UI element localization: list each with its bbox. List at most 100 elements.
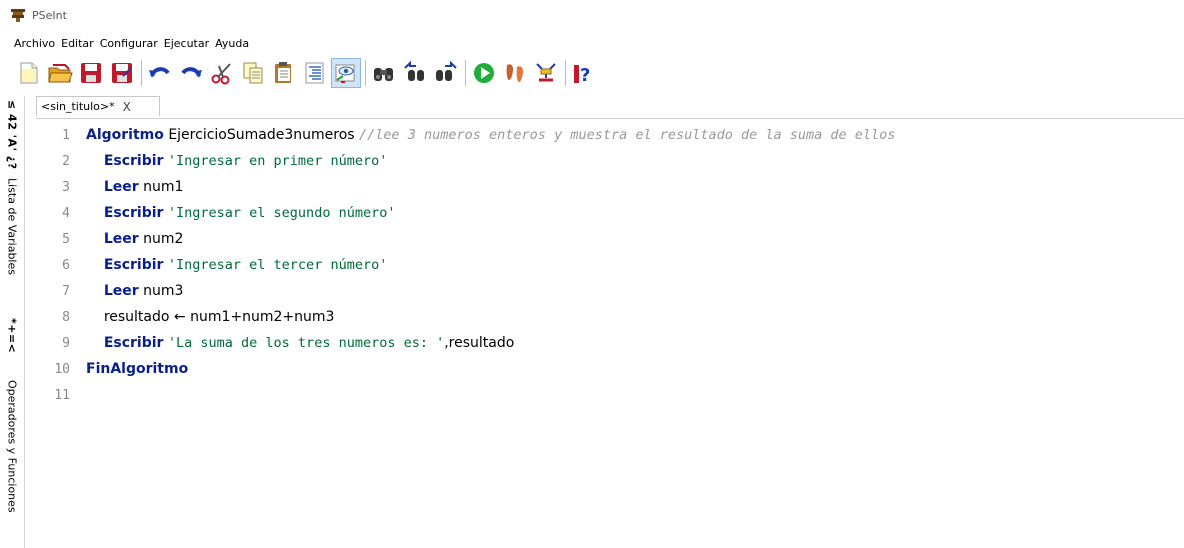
paste-button[interactable]: [269, 58, 299, 88]
line-number: 5: [62, 231, 70, 247]
string-literal: 'Ingresar el tercer número': [167, 257, 388, 273]
copy-icon: [243, 62, 263, 84]
open-button[interactable]: [45, 58, 75, 88]
pseint-window: PSeInt Archivo Editar Configurar Ejecuta…: [0, 0, 1184, 548]
menu-archivo[interactable]: Archivo: [14, 37, 55, 50]
keyword: Leer: [103, 231, 139, 247]
keyword: Algoritmo: [86, 127, 164, 143]
keyword: FinAlgoritmo: [86, 361, 189, 377]
close-icon[interactable]: X: [123, 100, 131, 114]
string-literal: 'La suma de los tres numeros es: ': [167, 335, 445, 351]
help-button[interactable]: ?: [569, 58, 599, 88]
menu-configurar[interactable]: Configurar: [100, 37, 158, 50]
find-previous-icon: [404, 60, 424, 81]
line-number: 10: [54, 361, 70, 377]
flowchart-button[interactable]: [531, 58, 561, 88]
cut-icon: [211, 63, 231, 85]
side-panel: ≤ 42 'A' ¿? Lista de Variables *+=< Oper…: [0, 96, 25, 548]
code-line[interactable]: 7 Leer num3: [36, 278, 183, 304]
step-by-step-icon: [506, 64, 523, 82]
string-literal: 'Ingresar el segundo número': [167, 205, 396, 221]
undo-icon: [149, 67, 170, 78]
tab-sin-titulo[interactable]: <sin_titulo>* X: [36, 96, 160, 117]
menu-ayuda[interactable]: Ayuda: [215, 37, 249, 50]
keyword: Escribir: [103, 257, 164, 273]
code-line[interactable]: 1 Algoritmo EjercicioSumade3numeros //lee…: [36, 122, 895, 148]
pseint-logo-icon: [10, 7, 26, 23]
toolbar-separator: [465, 60, 466, 86]
variables-list-tab[interactable]: Lista de Variables: [0, 178, 24, 310]
code-line[interactable]: 2 Escribir 'Ingresar en primer número': [36, 148, 387, 174]
save-as-button[interactable]: [107, 58, 137, 88]
code-text: Leer num3: [86, 283, 184, 299]
save-as-icon: [112, 63, 132, 83]
operators-functions-tab[interactable]: Operadores y Funciones: [0, 380, 24, 548]
code-text: Escribir 'Ingresar el tercer número': [86, 257, 388, 273]
operators-symbols[interactable]: *+=<: [0, 318, 24, 374]
inspect-button[interactable]: [331, 58, 361, 88]
line-number: 2: [62, 153, 70, 169]
toolbar-separator: [141, 60, 142, 86]
variables-symbols[interactable]: ≤ 42 'A' ¿?: [0, 100, 24, 170]
redo-button[interactable]: [176, 58, 206, 88]
new-file-icon: [20, 62, 38, 84]
open-folder-icon: [48, 64, 73, 83]
indent-button[interactable]: [300, 58, 330, 88]
menu-ejecutar[interactable]: Ejecutar: [164, 37, 209, 50]
cut-button[interactable]: [207, 58, 237, 88]
save-icon: [81, 63, 101, 83]
keyword: Escribir: [103, 153, 164, 169]
line-number: 8: [62, 309, 70, 325]
code-line[interactable]: 5 Leer num2: [36, 226, 183, 252]
find-icon: [374, 68, 393, 81]
window-title: PSeInt: [32, 8, 67, 22]
line-number: 11: [54, 387, 70, 403]
inspect-icon: [335, 64, 355, 83]
keyword: Escribir: [103, 335, 164, 351]
undo-button[interactable]: [145, 58, 175, 88]
code-text: Leer num1: [86, 179, 184, 195]
identifier: ,resultado: [444, 335, 515, 351]
menu-editar[interactable]: Editar: [61, 37, 94, 50]
toolbar: ?: [14, 56, 600, 90]
code-line[interactable]: 11: [36, 382, 86, 408]
step-by-step-button[interactable]: [500, 58, 530, 88]
find-next-icon: [436, 60, 457, 81]
find-next-button[interactable]: [431, 58, 461, 88]
tab-bar: <sin_titulo>* X: [36, 96, 1184, 119]
new-file-button[interactable]: [14, 58, 44, 88]
code-line[interactable]: 10 FinAlgoritmo: [36, 356, 188, 382]
code-text: Leer num2: [86, 231, 184, 247]
indent-icon: [305, 62, 324, 84]
line-number: 7: [62, 283, 70, 299]
identifier: resultado ← num1+num2+num3: [103, 309, 335, 325]
svg-text:?: ?: [580, 65, 590, 86]
find-button[interactable]: [369, 58, 399, 88]
code-line[interactable]: 6 Escribir 'Ingresar el tercer número': [36, 252, 387, 278]
identifier: EjercicioSumade3numeros: [163, 127, 359, 143]
toolbar-separator: [565, 60, 566, 86]
code-text: Escribir 'La suma de los tres numeros es…: [86, 335, 515, 351]
line-number: 9: [62, 335, 70, 351]
run-button[interactable]: [469, 58, 499, 88]
paste-icon: [275, 62, 291, 83]
copy-button[interactable]: [238, 58, 268, 88]
help-icon: ?: [574, 65, 590, 86]
code-editor[interactable]: 1 Algoritmo EjercicioSumade3numeros //lee…: [36, 122, 1184, 548]
line-number: 3: [62, 179, 70, 195]
code-line[interactable]: 8 resultado ← num1+num2+num3: [36, 304, 334, 330]
code-line[interactable]: 4 Escribir 'Ingresar el segundo número': [36, 200, 395, 226]
run-icon: [474, 63, 494, 83]
save-button[interactable]: [76, 58, 106, 88]
toolbar-separator: [365, 60, 366, 86]
redo-icon: [181, 67, 202, 78]
tab-label: <sin_titulo>*: [41, 100, 115, 113]
keyword: Escribir: [103, 205, 164, 221]
find-previous-button[interactable]: [400, 58, 430, 88]
keyword: Leer: [103, 179, 139, 195]
code-line[interactable]: 9 Escribir 'La suma de los tres numeros …: [36, 330, 514, 356]
code-text: Escribir 'Ingresar el segundo número': [86, 205, 396, 221]
code-line[interactable]: 3 Leer num1: [36, 174, 183, 200]
code-text: resultado ← num1+num2+num3: [86, 309, 335, 325]
line-number: 1: [62, 127, 70, 143]
